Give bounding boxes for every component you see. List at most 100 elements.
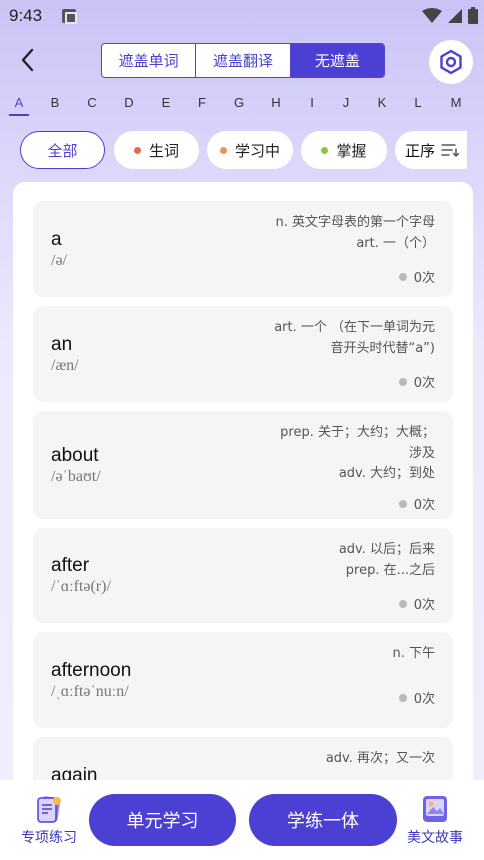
- special-practice-label: 专项练习: [21, 830, 77, 846]
- word-phonetic: /ə/: [51, 252, 67, 269]
- mastered-dot-icon: [321, 146, 329, 154]
- sort-lines-icon: [441, 144, 460, 158]
- word-definitions: n. 英文字母表的第一个字母 art. 一（个）: [235, 213, 435, 254]
- bottom-bar: 专项练习 单元学习 学练一体 美文故事: [0, 780, 484, 860]
- learning-dot-icon: [219, 146, 227, 154]
- definition-line: art. 一（个）: [356, 235, 435, 251]
- tab-no-mask[interactable]: 无遮盖: [290, 44, 384, 77]
- review-count: 0次: [398, 267, 435, 286]
- notification-app-icon: [62, 9, 77, 24]
- definition-line: adv. 以后；后来: [338, 542, 435, 557]
- definition-line: adv. 大约；到处: [338, 466, 435, 481]
- status-bar: 9:43: [0, 0, 484, 34]
- letter-m[interactable]: M: [446, 95, 466, 110]
- unit-study-label: 单元学习: [126, 811, 199, 832]
- letter-d[interactable]: D: [119, 95, 139, 110]
- word-text: after: [51, 555, 90, 576]
- letter-f[interactable]: F: [192, 95, 212, 110]
- word-phonetic: /æn/: [51, 357, 79, 374]
- review-count: 0次: [398, 372, 435, 391]
- filter-mastered[interactable]: 掌握: [301, 131, 387, 169]
- status-dot-icon: [398, 693, 407, 702]
- word-text: a: [51, 229, 62, 250]
- word-text: an: [51, 334, 73, 355]
- filter-learning-label: 学习中: [234, 141, 280, 160]
- letter-e[interactable]: E: [156, 95, 176, 110]
- word-list-panel: a /ə/ n. 英文字母表的第一个字母 art. 一（个） 0次 an /æn…: [13, 182, 473, 822]
- letter-c[interactable]: C: [82, 95, 102, 110]
- settings-button[interactable]: [429, 40, 473, 84]
- practice-book-icon: [37, 796, 61, 823]
- filter-all[interactable]: 全部: [20, 131, 105, 169]
- word-definitions: prep. 关于；大约；大概； 涉及 adv. 大约；到处: [235, 423, 435, 485]
- sort-order-label: 正序: [405, 141, 436, 160]
- word-card[interactable]: a /ə/ n. 英文字母表的第一个字母 art. 一（个） 0次: [33, 201, 453, 297]
- word-card[interactable]: an /æn/ art. 一个 （在下一单词为元 音开头时代替“a”) 0次: [33, 306, 453, 402]
- review-count: 0次: [398, 688, 435, 707]
- tab-mask-translation[interactable]: 遮盖翻译: [196, 44, 291, 77]
- study-practice-button[interactable]: 学练一体: [249, 794, 397, 846]
- filter-new-label: 生词: [148, 141, 179, 160]
- word-card[interactable]: after /ˈɑːftə(r)/ adv. 以后；后来 prep. 在...之…: [33, 528, 453, 623]
- picture-book-icon: [423, 796, 447, 822]
- review-count-label: 0次: [413, 498, 435, 513]
- unit-study-button[interactable]: 单元学习: [89, 794, 236, 846]
- letter-l[interactable]: L: [408, 95, 428, 110]
- letter-j[interactable]: J: [336, 95, 356, 110]
- word-phonetic: /əˈbaʊt/: [51, 468, 101, 485]
- definition-line: n. 英文字母表的第一个字母: [275, 215, 435, 230]
- review-count: 0次: [398, 494, 435, 513]
- selected-letter-indicator: [9, 114, 29, 116]
- word-text: afternoon: [51, 660, 132, 681]
- review-count-label: 0次: [413, 271, 435, 286]
- signal-icon: [448, 8, 462, 23]
- status-dot-icon: [398, 377, 407, 386]
- letter-b[interactable]: B: [45, 95, 65, 110]
- review-count-label: 0次: [413, 376, 435, 391]
- status-time: 9:43: [9, 6, 43, 25]
- battery-icon: [468, 7, 478, 24]
- definition-line: adv. 再次；又一次: [325, 751, 435, 766]
- filter-all-label: 全部: [47, 141, 78, 160]
- definition-line: art. 一个 （在下一单词为元: [274, 320, 435, 335]
- definition-line: 音开头时代替“a”): [330, 340, 435, 356]
- review-count: 0次: [398, 594, 435, 613]
- word-definitions: adv. 再次；又一次: [235, 749, 435, 770]
- letter-k[interactable]: K: [372, 95, 392, 110]
- letter-h[interactable]: H: [266, 95, 286, 110]
- word-definitions: art. 一个 （在下一单词为元 音开头时代替“a”): [235, 318, 435, 359]
- stories-label: 美文故事: [407, 830, 463, 846]
- hexagon-settings-icon: [440, 49, 462, 75]
- letter-i[interactable]: I: [302, 95, 322, 110]
- stories-button[interactable]: 美文故事: [400, 794, 470, 847]
- wifi-icon: [422, 7, 442, 23]
- filter-mastered-label: 掌握: [336, 141, 367, 160]
- word-text: about: [51, 445, 99, 466]
- tab-mask-word[interactable]: 遮盖单词: [102, 44, 197, 77]
- letter-g[interactable]: G: [229, 95, 249, 110]
- word-definitions: n. 下午: [235, 644, 435, 665]
- status-icons: [422, 7, 478, 24]
- letter-a[interactable]: A: [9, 95, 29, 110]
- word-card[interactable]: about /əˈbaʊt/ prep. 关于；大约；大概； 涉及 adv. 大…: [33, 411, 453, 519]
- status-dot-icon: [398, 499, 407, 508]
- status-dot-icon: [398, 599, 407, 608]
- word-phonetic: /ˈɑːftə(r)/: [51, 578, 111, 595]
- back-button[interactable]: [14, 46, 42, 74]
- filter-new-words[interactable]: 生词: [114, 131, 199, 169]
- special-practice-button[interactable]: 专项练习: [14, 794, 84, 847]
- new-dot-icon: [133, 146, 141, 154]
- filter-learning[interactable]: 学习中: [207, 131, 293, 169]
- study-practice-label: 学练一体: [287, 811, 359, 832]
- chevron-left-icon: [21, 48, 34, 72]
- filter-chips: 全部 生词 学习中 掌握 正序: [0, 129, 484, 171]
- sort-order-button[interactable]: 正序: [395, 131, 467, 169]
- top-bar: 遮盖单词 遮盖翻译 无遮盖: [0, 36, 484, 86]
- definition-line: 涉及: [408, 445, 435, 461]
- word-definitions: adv. 以后；后来 prep. 在...之后: [235, 540, 435, 581]
- status-dot-icon: [398, 272, 407, 281]
- word-card[interactable]: afternoon /ˌɑːftəˈnuːn/ n. 下午 0次: [33, 632, 453, 728]
- review-count-label: 0次: [413, 598, 435, 613]
- definition-line: prep. 关于；大约；大概；: [280, 425, 435, 440]
- review-count-label: 0次: [413, 692, 435, 707]
